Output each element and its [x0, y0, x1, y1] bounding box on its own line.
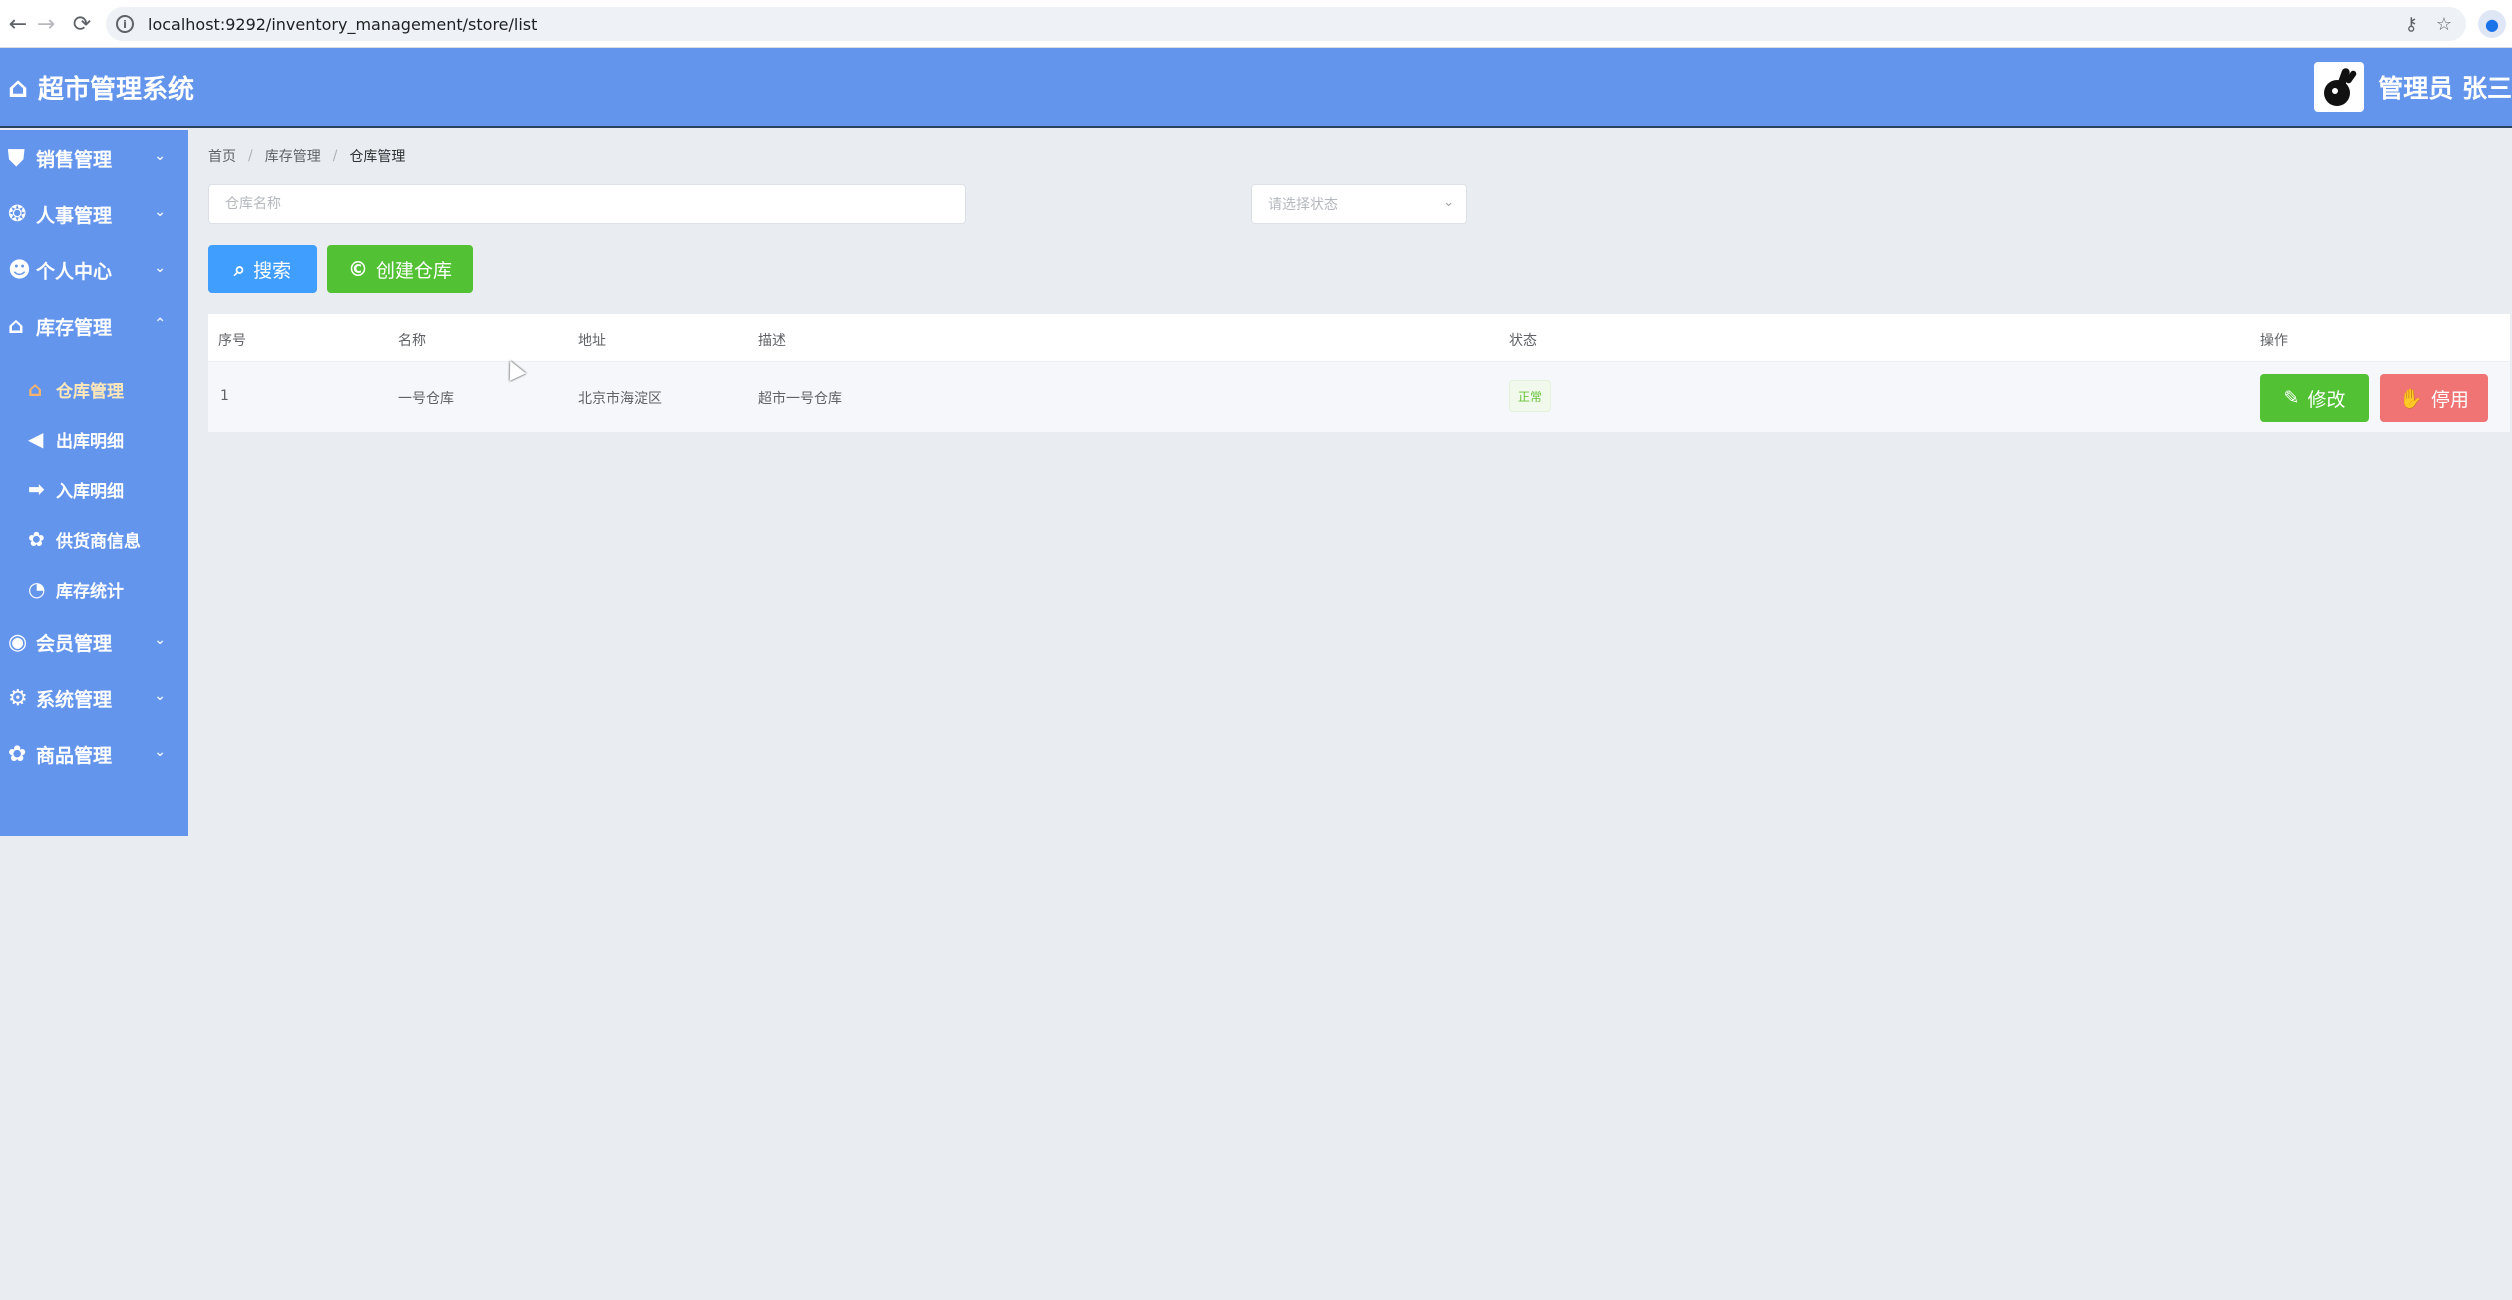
- menu-sales[interactable]: ⛊ 销售管理 ⌄: [0, 130, 188, 186]
- avatar[interactable]: [2314, 62, 2365, 112]
- store-table: 序号 名称 地址 描述 状态 操作 1 一号仓库 北京市海淀区 超市一号仓库 正…: [208, 314, 2510, 432]
- user-name[interactable]: 管理员 张三: [2378, 69, 2512, 105]
- app-header: ⌂ 超市管理系统 管理员 张三: [0, 48, 2512, 128]
- forward-button[interactable]: →: [30, 8, 62, 40]
- menu-label: 个人中心: [36, 260, 113, 283]
- sidebar-item-label: 库存统计: [56, 581, 124, 602]
- cell-index: 1: [220, 388, 229, 404]
- menu-label: 会员管理: [36, 632, 113, 655]
- menu-inventory[interactable]: ⌂ 库存管理 ⌃: [0, 298, 188, 354]
- search-button[interactable]: ⌕ 搜索: [208, 245, 317, 293]
- edit-icon: ✎: [2283, 387, 2300, 409]
- store-icon: ⌂: [28, 377, 43, 401]
- column-header-description: 描述: [758, 333, 786, 349]
- status-select[interactable]: 请选择状态 ⌄: [1251, 184, 1467, 224]
- breadcrumb-separator: /: [332, 148, 338, 164]
- url-text[interactable]: localhost:9292/inventory_management/stor…: [148, 15, 537, 34]
- create-button-label: 创建仓库: [375, 259, 452, 282]
- user-menu[interactable]: 管理员 张三: [2314, 48, 2512, 126]
- create-store-button[interactable]: © 创建仓库: [327, 245, 473, 293]
- hand-icon: ✋: [2399, 387, 2423, 410]
- menu-label: 销售管理: [36, 148, 113, 171]
- reload-button[interactable]: ⟳: [66, 8, 98, 40]
- user-icon: ☻: [8, 257, 31, 283]
- menu-goods[interactable]: ✿ 商品管理 ⌄: [0, 726, 188, 782]
- sidebar-item-label: 出库明细: [56, 431, 124, 452]
- menu-member[interactable]: ◉ 会员管理 ⌄: [0, 614, 188, 670]
- chevron-down-icon: ⌄: [154, 632, 166, 648]
- store-logo-icon: ⌂: [8, 70, 29, 104]
- chevron-up-icon: ⌃: [154, 316, 166, 332]
- goods-icon: ✿: [8, 741, 27, 767]
- disable-button-label: 停用: [2430, 388, 2469, 411]
- chevron-down-icon: ⌄: [154, 148, 166, 164]
- chevron-down-icon: ⌄: [154, 204, 166, 220]
- stats-icon: ◔: [28, 577, 46, 601]
- column-header-address: 地址: [578, 333, 606, 349]
- profile-icon[interactable]: ●: [2478, 10, 2506, 38]
- sidebar-item-supplier[interactable]: ✿ 供货商信息: [0, 514, 188, 564]
- store-name-input[interactable]: [208, 184, 966, 224]
- edit-button-label: 修改: [2307, 388, 2346, 411]
- app-title: 超市管理系统: [38, 74, 195, 105]
- column-header-status: 状态: [1509, 333, 1537, 349]
- breadcrumb-home[interactable]: 首页: [208, 146, 236, 166]
- sidebar-item-store[interactable]: ⌂ 仓库管理: [0, 364, 188, 414]
- table-row: 1 一号仓库 北京市海淀区 超市一号仓库 正常 ✎ 修改 ✋ 停用: [208, 362, 2510, 432]
- menu-label: 商品管理: [36, 744, 113, 767]
- arrow-left-icon: ◀: [28, 427, 44, 451]
- table-header: 序号 名称 地址 描述 状态 操作: [208, 314, 2510, 362]
- edit-button[interactable]: ✎ 修改: [2260, 374, 2369, 422]
- create-icon: ©: [347, 257, 368, 281]
- sidebar-item-label: 供货商信息: [56, 531, 141, 552]
- warehouse-icon: ⌂: [8, 313, 24, 339]
- member-icon: ◉: [8, 629, 28, 655]
- cell-address: 北京市海淀区: [578, 391, 662, 407]
- gear-icon: ⚙: [8, 685, 28, 711]
- menu-personal[interactable]: ☻ 个人中心 ⌄: [0, 242, 188, 298]
- sidebar-item-outbound[interactable]: ◀ 出库明细: [0, 414, 188, 464]
- sidebar-item-stats[interactable]: ◔ 库存统计: [0, 564, 188, 614]
- cell-description: 超市一号仓库: [758, 391, 842, 407]
- chevron-down-icon: ⌄: [154, 744, 166, 760]
- chevron-down-icon: ⌄: [1443, 195, 1454, 210]
- search-button-label: 搜索: [253, 259, 292, 282]
- chevron-down-icon: ⌄: [154, 688, 166, 704]
- menu-label: 库存管理: [36, 316, 113, 339]
- sidebar: ⛊ 销售管理 ⌄ ❂ 人事管理 ⌄ ☻ 个人中心 ⌄ ⌂ 库存管理 ⌃ ⌂ 仓库…: [0, 130, 188, 836]
- menu-system[interactable]: ⚙ 系统管理 ⌄: [0, 670, 188, 726]
- column-header-actions: 操作: [2260, 333, 2288, 349]
- sidebar-item-label: 入库明细: [56, 481, 124, 502]
- disable-button[interactable]: ✋ 停用: [2380, 374, 2488, 422]
- menu-label: 人事管理: [36, 204, 113, 227]
- browser-toolbar: ← → ⟳ i localhost:9292/inventory_managem…: [0, 0, 2512, 48]
- address-bar[interactable]: i localhost:9292/inventory_management/st…: [106, 7, 2466, 41]
- menu-hr[interactable]: ❂ 人事管理 ⌄: [0, 186, 188, 242]
- arrow-right-icon: ➡: [28, 477, 45, 501]
- app-logo: ⌂ 超市管理系统: [8, 48, 194, 126]
- breadcrumb-current: 仓库管理: [349, 149, 406, 165]
- breadcrumb: 首页 / 库存管理 / 仓库管理: [208, 146, 405, 166]
- sidebar-item-inbound[interactable]: ➡ 入库明细: [0, 464, 188, 514]
- menu-label: 系统管理: [36, 688, 113, 711]
- status-select-placeholder: 请选择状态: [1268, 197, 1338, 213]
- supplier-icon: ✿: [28, 527, 45, 551]
- chevron-down-icon: ⌄: [154, 260, 166, 276]
- search-icon: ⌕: [233, 257, 246, 281]
- breadcrumb-separator: /: [248, 148, 253, 164]
- sidebar-item-label: 仓库管理: [56, 381, 124, 402]
- cell-name: 一号仓库: [398, 391, 454, 407]
- column-header-index: 序号: [218, 333, 246, 349]
- password-key-icon[interactable]: ⚷: [2405, 14, 2418, 35]
- sales-icon: ⛊: [8, 145, 25, 171]
- site-info-icon[interactable]: i: [116, 15, 134, 33]
- users-icon: ❂: [8, 201, 27, 227]
- column-header-name: 名称: [398, 333, 426, 349]
- status-badge: 正常: [1509, 380, 1552, 412]
- breadcrumb-inventory[interactable]: 库存管理: [265, 146, 321, 166]
- bookmark-star-icon[interactable]: ☆: [2436, 14, 2452, 35]
